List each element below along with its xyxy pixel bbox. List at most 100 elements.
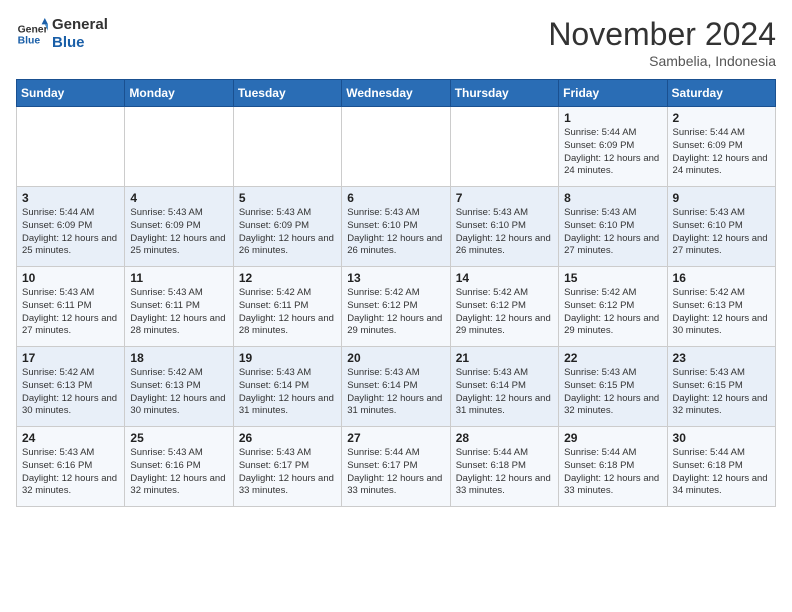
calendar-cell: 28Sunrise: 5:44 AMSunset: 6:18 PMDayligh… xyxy=(450,427,558,507)
logo: General Blue General Blue xyxy=(16,16,108,52)
day-header-monday: Monday xyxy=(125,80,233,107)
calendar-cell: 17 Sunrise: 5:42 AMSunset: 6:13 PMDayligh… xyxy=(17,347,125,427)
day-info: Sunrise: 5:43 AMSunset: 6:14 PMDaylight:… xyxy=(347,367,444,418)
calendar-cell: 6 Sunrise: 5:43 AMSunset: 6:10 PMDaylight… xyxy=(342,187,450,267)
day-number: 30 xyxy=(673,431,770,445)
day-number: 4 xyxy=(130,191,227,205)
day-info: Sunrise: 5:43 AMSunset: 6:16 PMDaylight:… xyxy=(130,447,227,498)
day-header-tuesday: Tuesday xyxy=(233,80,341,107)
day-number: 7 xyxy=(456,191,553,205)
page-header: General Blue General Blue November 2024 … xyxy=(16,16,776,69)
day-number: 3 xyxy=(22,191,119,205)
calendar-cell xyxy=(450,107,558,187)
day-info: Sunrise: 5:43 AMSunset: 6:10 PMDaylight:… xyxy=(456,207,553,258)
day-number: 9 xyxy=(673,191,770,205)
calendar-cell: 10 Sunrise: 5:43 AMSunset: 6:11 PMDayligh… xyxy=(17,267,125,347)
day-info: Sunrise: 5:43 AMSunset: 6:14 PMDaylight:… xyxy=(239,367,336,418)
day-header-sunday: Sunday xyxy=(17,80,125,107)
calendar-cell: 23Sunrise: 5:43 AMSunset: 6:15 PMDayligh… xyxy=(667,347,775,427)
calendar-cell: 24Sunrise: 5:43 AMSunset: 6:16 PMDayligh… xyxy=(17,427,125,507)
calendar-cell: 11Sunrise: 5:43 AMSunset: 6:11 PMDayligh… xyxy=(125,267,233,347)
day-number: 12 xyxy=(239,271,336,285)
day-number: 1 xyxy=(564,111,661,125)
day-number: 29 xyxy=(564,431,661,445)
title-block: November 2024 Sambelia, Indonesia xyxy=(548,16,776,69)
calendar-cell: 29 Sunrise: 5:44 AMSunset: 6:18 PMDayligh… xyxy=(559,427,667,507)
calendar-cell: 21 Sunrise: 5:43 AMSunset: 6:14 PMDayligh… xyxy=(450,347,558,427)
calendar-cell: 3 Sunrise: 5:44 AMSunset: 6:09 PMDaylight… xyxy=(17,187,125,267)
calendar-cell: 5 Sunrise: 5:43 AMSunset: 6:09 PMDaylight… xyxy=(233,187,341,267)
day-number: 2 xyxy=(673,111,770,125)
calendar-cell: 9 Sunrise: 5:43 AMSunset: 6:10 PMDaylight… xyxy=(667,187,775,267)
day-info: Sunrise: 5:42 AMSunset: 6:12 PMDaylight:… xyxy=(456,287,553,338)
calendar-cell xyxy=(233,107,341,187)
day-info: Sunrise: 5:42 AMSunset: 6:12 PMDaylight:… xyxy=(347,287,444,338)
day-number: 18 xyxy=(130,351,227,365)
calendar-cell: 4 Sunrise: 5:43 AMSunset: 6:09 PMDaylight… xyxy=(125,187,233,267)
calendar-cell xyxy=(125,107,233,187)
day-info: Sunrise: 5:44 AMSunset: 6:09 PMDaylight:… xyxy=(564,127,661,178)
day-number: 27 xyxy=(347,431,444,445)
calendar-cell xyxy=(342,107,450,187)
day-header-wednesday: Wednesday xyxy=(342,80,450,107)
day-number: 19 xyxy=(239,351,336,365)
calendar-cell: 20 Sunrise: 5:43 AMSunset: 6:14 PMDayligh… xyxy=(342,347,450,427)
day-info: Sunrise: 5:44 AMSunset: 6:17 PMDaylight:… xyxy=(347,447,444,498)
logo-text: General Blue xyxy=(52,16,108,52)
day-number: 6 xyxy=(347,191,444,205)
calendar-cell: 16Sunrise: 5:42 AMSunset: 6:13 PMDayligh… xyxy=(667,267,775,347)
month-title: November 2024 xyxy=(548,16,776,53)
svg-text:General: General xyxy=(18,24,48,35)
calendar-cell: 18 Sunrise: 5:42 AMSunset: 6:13 PMDayligh… xyxy=(125,347,233,427)
day-info: Sunrise: 5:43 AMSunset: 6:09 PMDaylight:… xyxy=(239,207,336,258)
day-number: 14 xyxy=(456,271,553,285)
day-info: Sunrise: 5:43 AMSunset: 6:09 PMDaylight:… xyxy=(130,207,227,258)
day-number: 22 xyxy=(564,351,661,365)
day-info: Sunrise: 5:42 AMSunset: 6:13 PMDaylight:… xyxy=(673,287,770,338)
svg-text:Blue: Blue xyxy=(18,36,41,47)
calendar-cell: 15 Sunrise: 5:42 AMSunset: 6:12 PMDayligh… xyxy=(559,267,667,347)
calendar-cell: 14 Sunrise: 5:42 AMSunset: 6:12 PMDayligh… xyxy=(450,267,558,347)
day-info: Sunrise: 5:43 AMSunset: 6:10 PMDaylight:… xyxy=(673,207,770,258)
day-number: 26 xyxy=(239,431,336,445)
day-header-thursday: Thursday xyxy=(450,80,558,107)
location: Sambelia, Indonesia xyxy=(548,53,776,69)
calendar-cell: 25Sunrise: 5:43 AMSunset: 6:16 PMDayligh… xyxy=(125,427,233,507)
day-number: 10 xyxy=(22,271,119,285)
calendar-body: 1 Sunrise: 5:44 AMSunset: 6:09 PMDaylight… xyxy=(17,107,776,507)
calendar-cell: 12Sunrise: 5:42 AMSunset: 6:11 PMDayligh… xyxy=(233,267,341,347)
calendar-cell: 26Sunrise: 5:43 AMSunset: 6:17 PMDayligh… xyxy=(233,427,341,507)
day-info: Sunrise: 5:42 AMSunset: 6:12 PMDaylight:… xyxy=(564,287,661,338)
calendar-cell: 2Sunrise: 5:44 AMSunset: 6:09 PMDaylight… xyxy=(667,107,775,187)
day-number: 11 xyxy=(130,271,227,285)
day-header-saturday: Saturday xyxy=(667,80,775,107)
day-info: Sunrise: 5:44 AMSunset: 6:18 PMDaylight:… xyxy=(564,447,661,498)
day-info: Sunrise: 5:43 AMSunset: 6:15 PMDaylight:… xyxy=(564,367,661,418)
day-info: Sunrise: 5:44 AMSunset: 6:18 PMDaylight:… xyxy=(456,447,553,498)
day-number: 17 xyxy=(22,351,119,365)
day-info: Sunrise: 5:43 AMSunset: 6:11 PMDaylight:… xyxy=(22,287,119,338)
calendar-cell: 7 Sunrise: 5:43 AMSunset: 6:10 PMDaylight… xyxy=(450,187,558,267)
day-number: 24 xyxy=(22,431,119,445)
day-info: Sunrise: 5:43 AMSunset: 6:10 PMDaylight:… xyxy=(347,207,444,258)
logo-icon: General Blue xyxy=(16,18,48,50)
calendar-cell: 19 Sunrise: 5:43 AMSunset: 6:14 PMDayligh… xyxy=(233,347,341,427)
day-number: 15 xyxy=(564,271,661,285)
day-info: Sunrise: 5:44 AMSunset: 6:09 PMDaylight:… xyxy=(22,207,119,258)
day-info: Sunrise: 5:43 AMSunset: 6:14 PMDaylight:… xyxy=(456,367,553,418)
calendar-week-4: 17 Sunrise: 5:42 AMSunset: 6:13 PMDayligh… xyxy=(17,347,776,427)
day-number: 23 xyxy=(673,351,770,365)
day-info: Sunrise: 5:43 AMSunset: 6:10 PMDaylight:… xyxy=(564,207,661,258)
calendar-cell: 30Sunrise: 5:44 AMSunset: 6:18 PMDayligh… xyxy=(667,427,775,507)
day-number: 13 xyxy=(347,271,444,285)
day-number: 20 xyxy=(347,351,444,365)
day-header-friday: Friday xyxy=(559,80,667,107)
calendar-week-5: 24 Sunrise: 5:43 AMSunset: 6:16 PMDayligh… xyxy=(17,427,776,507)
calendar-cell: 1 Sunrise: 5:44 AMSunset: 6:09 PMDaylight… xyxy=(559,107,667,187)
day-number: 21 xyxy=(456,351,553,365)
day-number: 5 xyxy=(239,191,336,205)
calendar-week-3: 10 Sunrise: 5:43 AMSunset: 6:11 PMDayligh… xyxy=(17,267,776,347)
day-info: Sunrise: 5:42 AMSunset: 6:13 PMDaylight:… xyxy=(22,367,119,418)
day-info: Sunrise: 5:42 AMSunset: 6:13 PMDaylight:… xyxy=(130,367,227,418)
calendar-cell: 22 Sunrise: 5:43 AMSunset: 6:15 PMDayligh… xyxy=(559,347,667,427)
